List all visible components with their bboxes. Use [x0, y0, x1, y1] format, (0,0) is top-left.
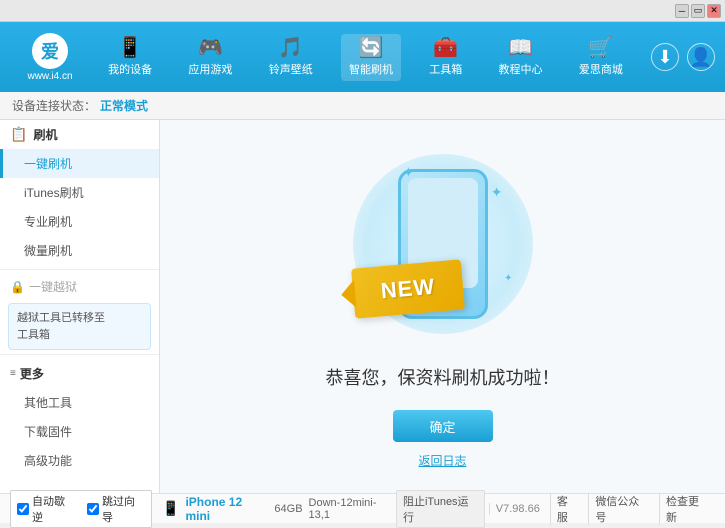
skip-guide-checkbox[interactable]: 跳过向导 [87, 493, 145, 525]
nav-device-icon: 📱 [118, 38, 143, 58]
nav-apps-icon: 🎮 [198, 38, 223, 58]
sidebar-jailbreak-header: 🔒 一键越狱 [0, 274, 159, 299]
pro-flash-label: 专业刷机 [24, 215, 72, 229]
skip-guide-input[interactable] [87, 503, 99, 515]
bottom-right: 阻止iTunes运行 V7.98.66 客服 微信公众号 检查更新 [396, 490, 715, 528]
sidebar-item-download-fw[interactable]: 下载固件 [0, 417, 159, 446]
sidebar-flash-header: 📋 刷机 [0, 120, 159, 149]
sidebar-item-other-tools[interactable]: 其他工具 [0, 388, 159, 417]
sidebar-item-one-key-flash[interactable]: 一键刷机 [0, 149, 159, 178]
window-controls[interactable]: ─ ▭ ✕ [675, 4, 721, 18]
ribbon-text: NEW [379, 274, 435, 305]
wechat-link[interactable]: 微信公众号 [588, 493, 655, 525]
star-decoration-3: ✦ [504, 273, 512, 284]
info-line1: 越狱工具已转移至 [17, 312, 105, 324]
checkbox-group: 自动歇逆 跳过向导 [10, 490, 152, 528]
nav-istore-icon: 🛒 [588, 38, 613, 58]
sidebar-info-box: 越狱工具已转移至 工具箱 [8, 303, 151, 350]
main-layout: 📋 刷机 一键刷机 iTunes刷机 专业刷机 微量刷机 🔒 一键越狱 越狱工具… [0, 120, 725, 493]
itunes-flash-label: iTunes刷机 [24, 186, 84, 200]
lock-icon: 🔒 [10, 280, 25, 294]
sidebar-item-itunes-flash[interactable]: iTunes刷机 [0, 178, 159, 207]
success-message: 恭喜您，保资料刷机成功啦！ [326, 364, 560, 390]
nav-bar: 📱 我的设备 🎮 应用游戏 🎵 铃声壁纸 🔄 智能刷机 🧰 工具箱 📖 教程中心… [90, 34, 641, 81]
nav-flash-icon: 🔄 [359, 38, 384, 58]
version-text: V7.98.66 [489, 503, 546, 515]
nav-my-device[interactable]: 📱 我的设备 [100, 34, 160, 81]
sidebar-item-battery-flash[interactable]: 微量刷机 [0, 236, 159, 265]
auto-send-checkbox[interactable]: 自动歇逆 [17, 493, 75, 525]
device-info: 📱 iPhone 12 mini 64GB Down-12mini-13,1 [162, 495, 396, 523]
auto-send-label: 自动歇逆 [32, 493, 75, 525]
device-model: Down-12mini-13,1 [309, 497, 396, 521]
sidebar-item-advanced[interactable]: 高级功能 [0, 446, 159, 475]
close-btn[interactable]: ✕ [707, 4, 721, 18]
sidebar-more-header: ≡ 更多 [0, 359, 159, 388]
skip-guide-label: 跳过向导 [102, 493, 145, 525]
advanced-label: 高级功能 [24, 454, 72, 468]
stop-itunes-btn[interactable]: 阻止iTunes运行 [396, 490, 485, 528]
sidebar-item-pro-flash[interactable]: 专业刷机 [0, 207, 159, 236]
nav-flash-label: 智能刷机 [349, 61, 393, 77]
sidebar-divider-1 [0, 269, 159, 270]
header: 爱 www.i4.cn 📱 我的设备 🎮 应用游戏 🎵 铃声壁纸 🔄 智能刷机 … [0, 22, 725, 92]
star-decoration-2: ✦ [491, 184, 503, 201]
nav-toolbox[interactable]: 🧰 工具箱 [421, 34, 470, 81]
new-ribbon: NEW [351, 259, 465, 318]
nav-ringtones-icon: 🎵 [278, 38, 303, 58]
download-fw-label: 下载固件 [24, 425, 72, 439]
jailbreak-label: 一键越狱 [29, 278, 77, 295]
header-right-btns[interactable]: ⬇ 👤 [651, 43, 715, 71]
customer-service-link[interactable]: 客服 [550, 493, 584, 525]
nav-tutorial[interactable]: 📖 教程中心 [491, 34, 551, 81]
nav-ringtones[interactable]: 🎵 铃声壁纸 [261, 34, 321, 81]
minimize-btn[interactable]: ─ [675, 4, 689, 18]
logo-area: 爱 www.i4.cn [10, 33, 90, 82]
info-line2: 工具箱 [17, 329, 50, 341]
nav-tutorial-label: 教程中心 [499, 61, 543, 77]
content-area: NEW ✦ ✦ ✦ 恭喜您，保资料刷机成功啦！ 确定 返回日志 [160, 120, 725, 493]
nav-istore[interactable]: 🛒 爱思商城 [571, 34, 631, 81]
star-decoration-1: ✦ [403, 164, 415, 181]
nav-toolbox-label: 工具箱 [429, 61, 462, 77]
nav-istore-label: 爱思商城 [579, 61, 623, 77]
nav-apps-label: 应用游戏 [188, 61, 232, 77]
more-icon: ≡ [10, 368, 16, 379]
download-btn[interactable]: ⬇ [651, 43, 679, 71]
device-icon: 📱 [162, 500, 179, 517]
battery-flash-label: 微量刷机 [24, 244, 72, 258]
sidebar: 📋 刷机 一键刷机 iTunes刷机 专业刷机 微量刷机 🔒 一键越狱 越狱工具… [0, 120, 160, 493]
status-bar: 设备连接状态： 正常模式 [0, 92, 725, 120]
more-label: 更多 [20, 365, 44, 382]
sidebar-divider-2 [0, 354, 159, 355]
device-capacity: 64GB [274, 503, 302, 515]
status-value: 正常模式 [100, 97, 148, 114]
check-update-link[interactable]: 检查更新 [659, 493, 715, 525]
nav-smart-flash[interactable]: 🔄 智能刷机 [341, 34, 401, 81]
auto-send-input[interactable] [17, 503, 29, 515]
bottom-bar: 自动歇逆 跳过向导 📱 iPhone 12 mini 64GB Down-12m… [0, 493, 725, 523]
logo-symbol: 爱 [41, 38, 59, 64]
confirm-button[interactable]: 确定 [393, 410, 493, 442]
logo-icon: 爱 [32, 33, 68, 69]
user-btn[interactable]: 👤 [687, 43, 715, 71]
title-bar: ─ ▭ ✕ [0, 0, 725, 22]
one-key-flash-label: 一键刷机 [24, 157, 72, 171]
nav-device-label: 我的设备 [108, 61, 152, 77]
flash-section-icon: 📋 [10, 126, 27, 143]
other-tools-label: 其他工具 [24, 396, 72, 410]
return-link[interactable]: 返回日志 [418, 452, 466, 469]
success-illustration: NEW ✦ ✦ ✦ [343, 144, 543, 344]
device-name: iPhone 12 mini [185, 495, 268, 523]
restore-btn[interactable]: ▭ [691, 4, 705, 18]
nav-toolbox-icon: 🧰 [433, 38, 458, 58]
nav-apps-games[interactable]: 🎮 应用游戏 [180, 34, 240, 81]
flash-section-label: 刷机 [33, 126, 57, 143]
bottom-left: 自动歇逆 跳过向导 📱 iPhone 12 mini 64GB Down-12m… [10, 490, 396, 528]
logo-url: www.i4.cn [27, 71, 72, 82]
status-label: 设备连接状态： [12, 97, 96, 114]
nav-ringtones-label: 铃声壁纸 [269, 61, 313, 77]
nav-tutorial-icon: 📖 [508, 38, 533, 58]
